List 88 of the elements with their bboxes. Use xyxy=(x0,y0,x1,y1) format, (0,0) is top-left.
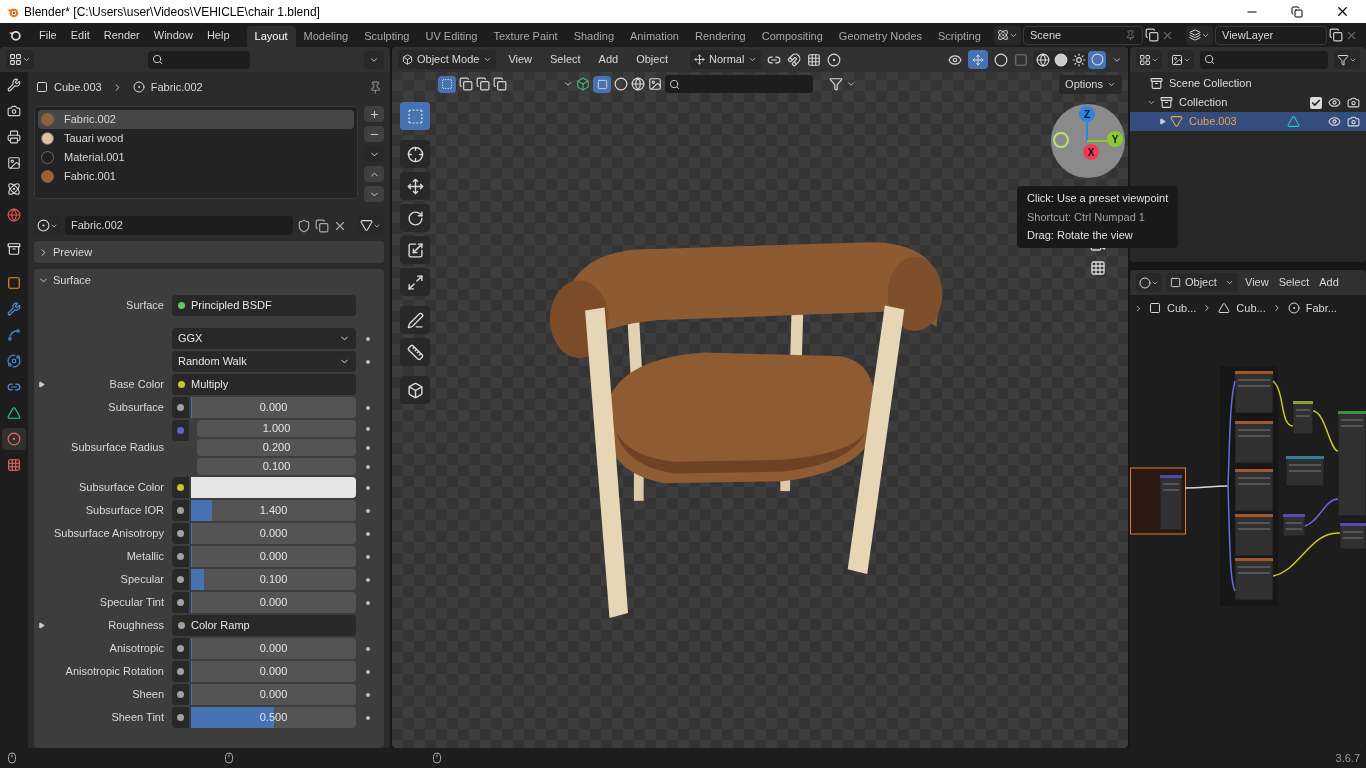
outliner-row[interactable]: Collection xyxy=(1130,93,1366,112)
outliner-label: Cube.003 xyxy=(1189,114,1238,130)
property-label: Base Color xyxy=(108,377,164,393)
tooltip-line: Drag: Rotate the view xyxy=(1027,228,1134,243)
workspace-tab[interactable]: Scripting xyxy=(930,26,989,47)
menu-item[interactable]: Help xyxy=(199,26,237,44)
menu-item[interactable]: File xyxy=(32,26,64,44)
link-field[interactable]: Multiply xyxy=(172,374,356,395)
material-slot[interactable]: Tauari wood xyxy=(38,129,354,148)
property-label: Subsurface Color xyxy=(78,480,164,496)
outliner-label: Collection xyxy=(1179,95,1229,111)
property-label: Roughness xyxy=(107,618,164,634)
workspace-tab[interactable]: Compositing xyxy=(753,26,831,47)
workspace-tab[interactable]: Geometry Nodes xyxy=(830,26,930,47)
number-field[interactable]: 0.200 xyxy=(197,439,356,456)
dropdown[interactable]: Random Walk xyxy=(172,351,356,372)
scene-name-field[interactable]: Scene xyxy=(1023,25,1143,45)
workspace-tab[interactable]: UV Editing xyxy=(417,26,486,47)
material-slot[interactable]: Material.001 xyxy=(38,148,354,167)
workspace-tab[interactable]: Animation xyxy=(622,26,687,47)
property-label: Sheen Tint xyxy=(110,710,164,726)
shader-type-dropdown[interactable]: Object xyxy=(1166,273,1238,292)
orientation-dropdown[interactable]: Normal xyxy=(690,50,762,69)
window-title: Blender* [C:\Users\user\Videos\VEHICLE\chair 1.blend] xyxy=(24,3,321,21)
property-label: Subsurface Anisotropy xyxy=(52,526,164,542)
material-slot[interactable]: Fabric.001 xyxy=(38,167,354,186)
property-label: Specular xyxy=(119,572,164,588)
menu-item[interactable]: Edit xyxy=(63,26,97,44)
workspace-tab[interactable]: Modeling xyxy=(295,26,357,47)
breadcrumb-item: Cube.003 xyxy=(54,79,102,95)
value-slider[interactable]: 0.000 xyxy=(191,523,356,544)
panel-header[interactable]: Surface xyxy=(34,269,384,291)
workspace-tab[interactable]: Shading xyxy=(565,26,623,47)
breadcrumb-item: Fabr... xyxy=(1305,300,1337,316)
property-label: Sheen xyxy=(131,687,164,703)
dropdown[interactable]: GGX xyxy=(172,328,356,349)
tooltip-line: Click: Use a preset viewpoint xyxy=(1027,191,1169,206)
menu-item[interactable]: Add xyxy=(1316,274,1342,291)
menu-item[interactable]: Object xyxy=(630,51,674,68)
workspace-tab[interactable]: Texture Paint xyxy=(485,26,566,47)
menu-item[interactable]: Select xyxy=(544,51,587,68)
menu-item[interactable]: View xyxy=(1242,274,1272,291)
material-slot[interactable]: Fabric.002 xyxy=(38,110,354,129)
value-slider[interactable]: 1.400 xyxy=(191,500,356,521)
breadcrumb-item: Fabric.002 xyxy=(150,79,204,95)
axis-label[interactable]: Z xyxy=(1079,106,1095,122)
number-field[interactable]: 0.100 xyxy=(197,458,356,475)
outliner-row[interactable]: Scene Collection xyxy=(1130,74,1366,93)
breadcrumb-item: Cub... xyxy=(1167,300,1197,316)
property-label: Subsurface IOR xyxy=(84,503,164,519)
property-label: Surface xyxy=(125,298,164,314)
number-field[interactable]: 1.000 xyxy=(197,420,356,437)
value-slider[interactable]: 0.000 xyxy=(191,397,356,418)
value-slider[interactable]: 0.000 xyxy=(191,638,356,659)
property-label: Subsurface xyxy=(107,400,164,416)
property-label: Subsurface Radius xyxy=(70,440,164,456)
property-label: Anisotropic xyxy=(108,641,164,657)
property-label: Specular Tint xyxy=(98,595,164,611)
value-slider[interactable]: 0.000 xyxy=(191,592,356,613)
workspace-tab[interactable]: Sculpting xyxy=(356,26,418,47)
material-name-field[interactable]: Fabric.002 xyxy=(65,216,293,235)
menu-item[interactable]: Render xyxy=(96,26,147,44)
menu-item[interactable]: Add xyxy=(592,51,625,68)
value-slider[interactable]: 0.100 xyxy=(191,569,356,590)
axis-label[interactable]: Y xyxy=(1107,131,1123,147)
menu-item[interactable]: Select xyxy=(1275,274,1313,291)
menu-item[interactable]: Window xyxy=(146,26,200,44)
axis-label[interactable]: X xyxy=(1083,144,1099,160)
workspace-tab[interactable]: Layout xyxy=(246,26,296,47)
value-slider[interactable]: 0.000 xyxy=(191,546,356,567)
navigation-gizmo[interactable]: Z Y X xyxy=(1051,104,1125,178)
link-field[interactable]: Color Ramp xyxy=(172,615,356,636)
value-slider[interactable]: 0.000 xyxy=(191,684,356,705)
version-label: 3.6.7 xyxy=(1335,750,1360,766)
options-button[interactable]: Options xyxy=(1059,74,1122,94)
mode-dropdown[interactable]: Object Mode xyxy=(398,50,497,69)
outliner-row[interactable]: Cube.003 xyxy=(1130,112,1366,131)
tooltip-line: Shortcut: Ctrl Numpad 1 xyxy=(1027,209,1146,225)
link-field[interactable]: Principled BSDF xyxy=(172,295,356,316)
menu-item[interactable]: View xyxy=(502,51,539,68)
workspace-tab[interactable]: Rendering xyxy=(686,26,754,47)
view-layer-field[interactable]: ViewLayer xyxy=(1215,25,1327,45)
breadcrumb-item: Cub... xyxy=(1236,300,1266,316)
property-label: Metallic xyxy=(125,549,164,565)
property-label: Anisotropic Rotation xyxy=(64,664,164,680)
panel-header[interactable]: Preview xyxy=(34,241,384,263)
value-slider[interactable]: 0.000 xyxy=(191,661,356,682)
outliner-label: Scene Collection xyxy=(1169,76,1253,92)
